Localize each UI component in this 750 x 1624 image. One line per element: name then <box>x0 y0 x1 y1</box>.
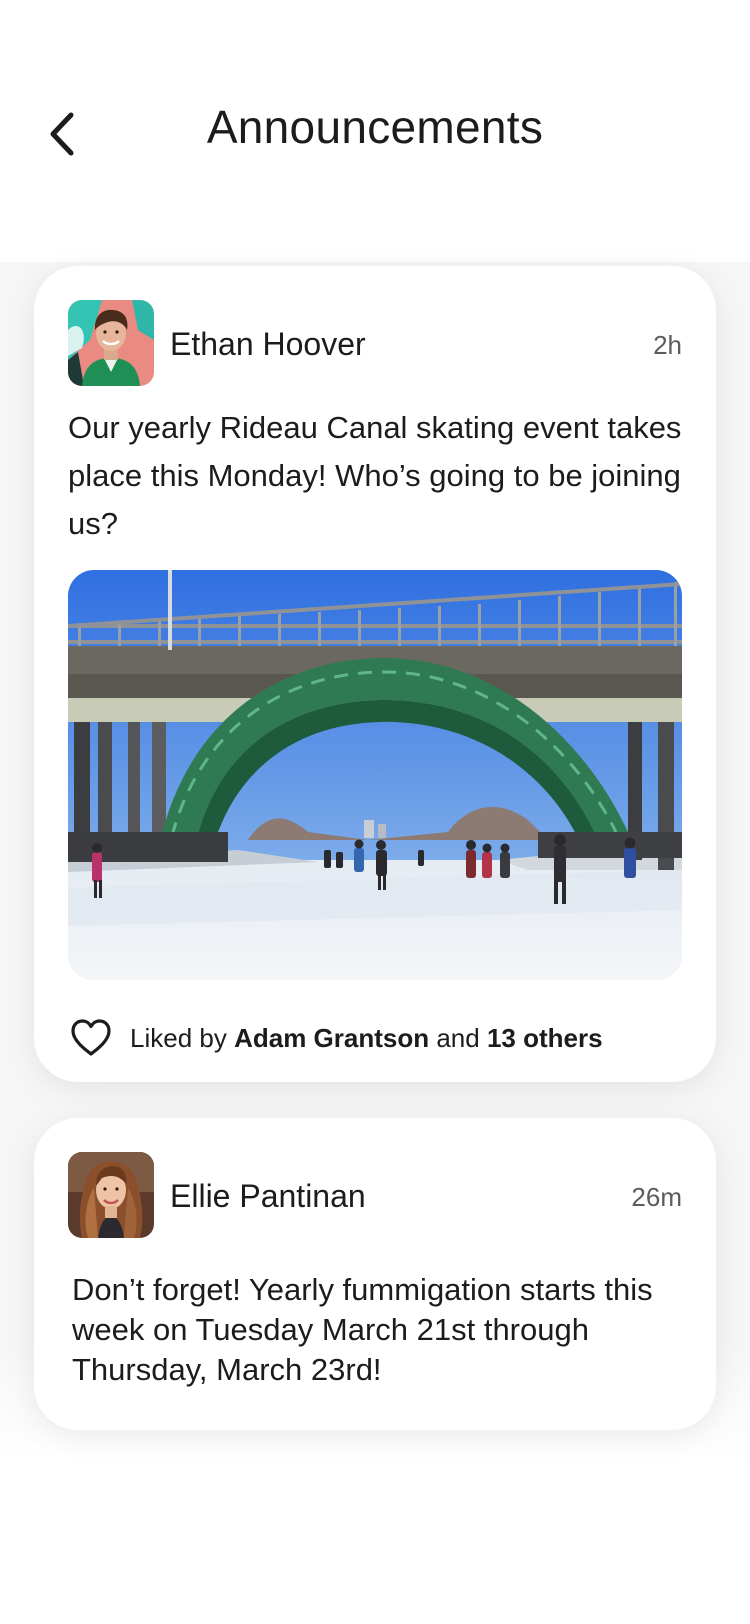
post-text: Our yearly Rideau Canal skating event ta… <box>68 410 682 541</box>
post-timestamp: 26m <box>631 1182 682 1212</box>
likes-joiner: and <box>436 1022 480 1053</box>
avatar[interactable] <box>68 1152 154 1238</box>
post-card[interactable]: Ethan Hoover 2h Our yearly Rideau Canal … <box>34 266 716 1082</box>
post-card[interactable]: Ellie Pantinan 26m Don’t forget! Yearly … <box>34 1118 716 1430</box>
avatar[interactable] <box>68 300 154 386</box>
heart-outline-icon <box>71 1019 111 1056</box>
page-title: Announcements <box>206 101 544 153</box>
likes-prefix: Liked by <box>130 1022 227 1053</box>
like-button[interactable] <box>68 1015 114 1061</box>
rideau-canal-photo <box>68 570 682 980</box>
post-author[interactable]: Ethan Hoover <box>170 326 366 363</box>
likes-row: Liked by Adam Grantson and 13 others <box>68 1014 686 1062</box>
post-image[interactable] <box>68 570 682 980</box>
likes-others: 13 others <box>486 1022 603 1053</box>
post-timestamp: 2h <box>653 330 682 360</box>
likes-summary[interactable]: Liked by Adam Grantson and 13 others <box>130 1023 603 1054</box>
header: Announcements <box>0 0 750 260</box>
post-author[interactable]: Ellie Pantinan <box>170 1178 366 1215</box>
liker-name: Adam Grantson <box>234 1022 430 1053</box>
post-text: Don’t forget! Yearly fummigation starts … <box>72 1272 653 1387</box>
